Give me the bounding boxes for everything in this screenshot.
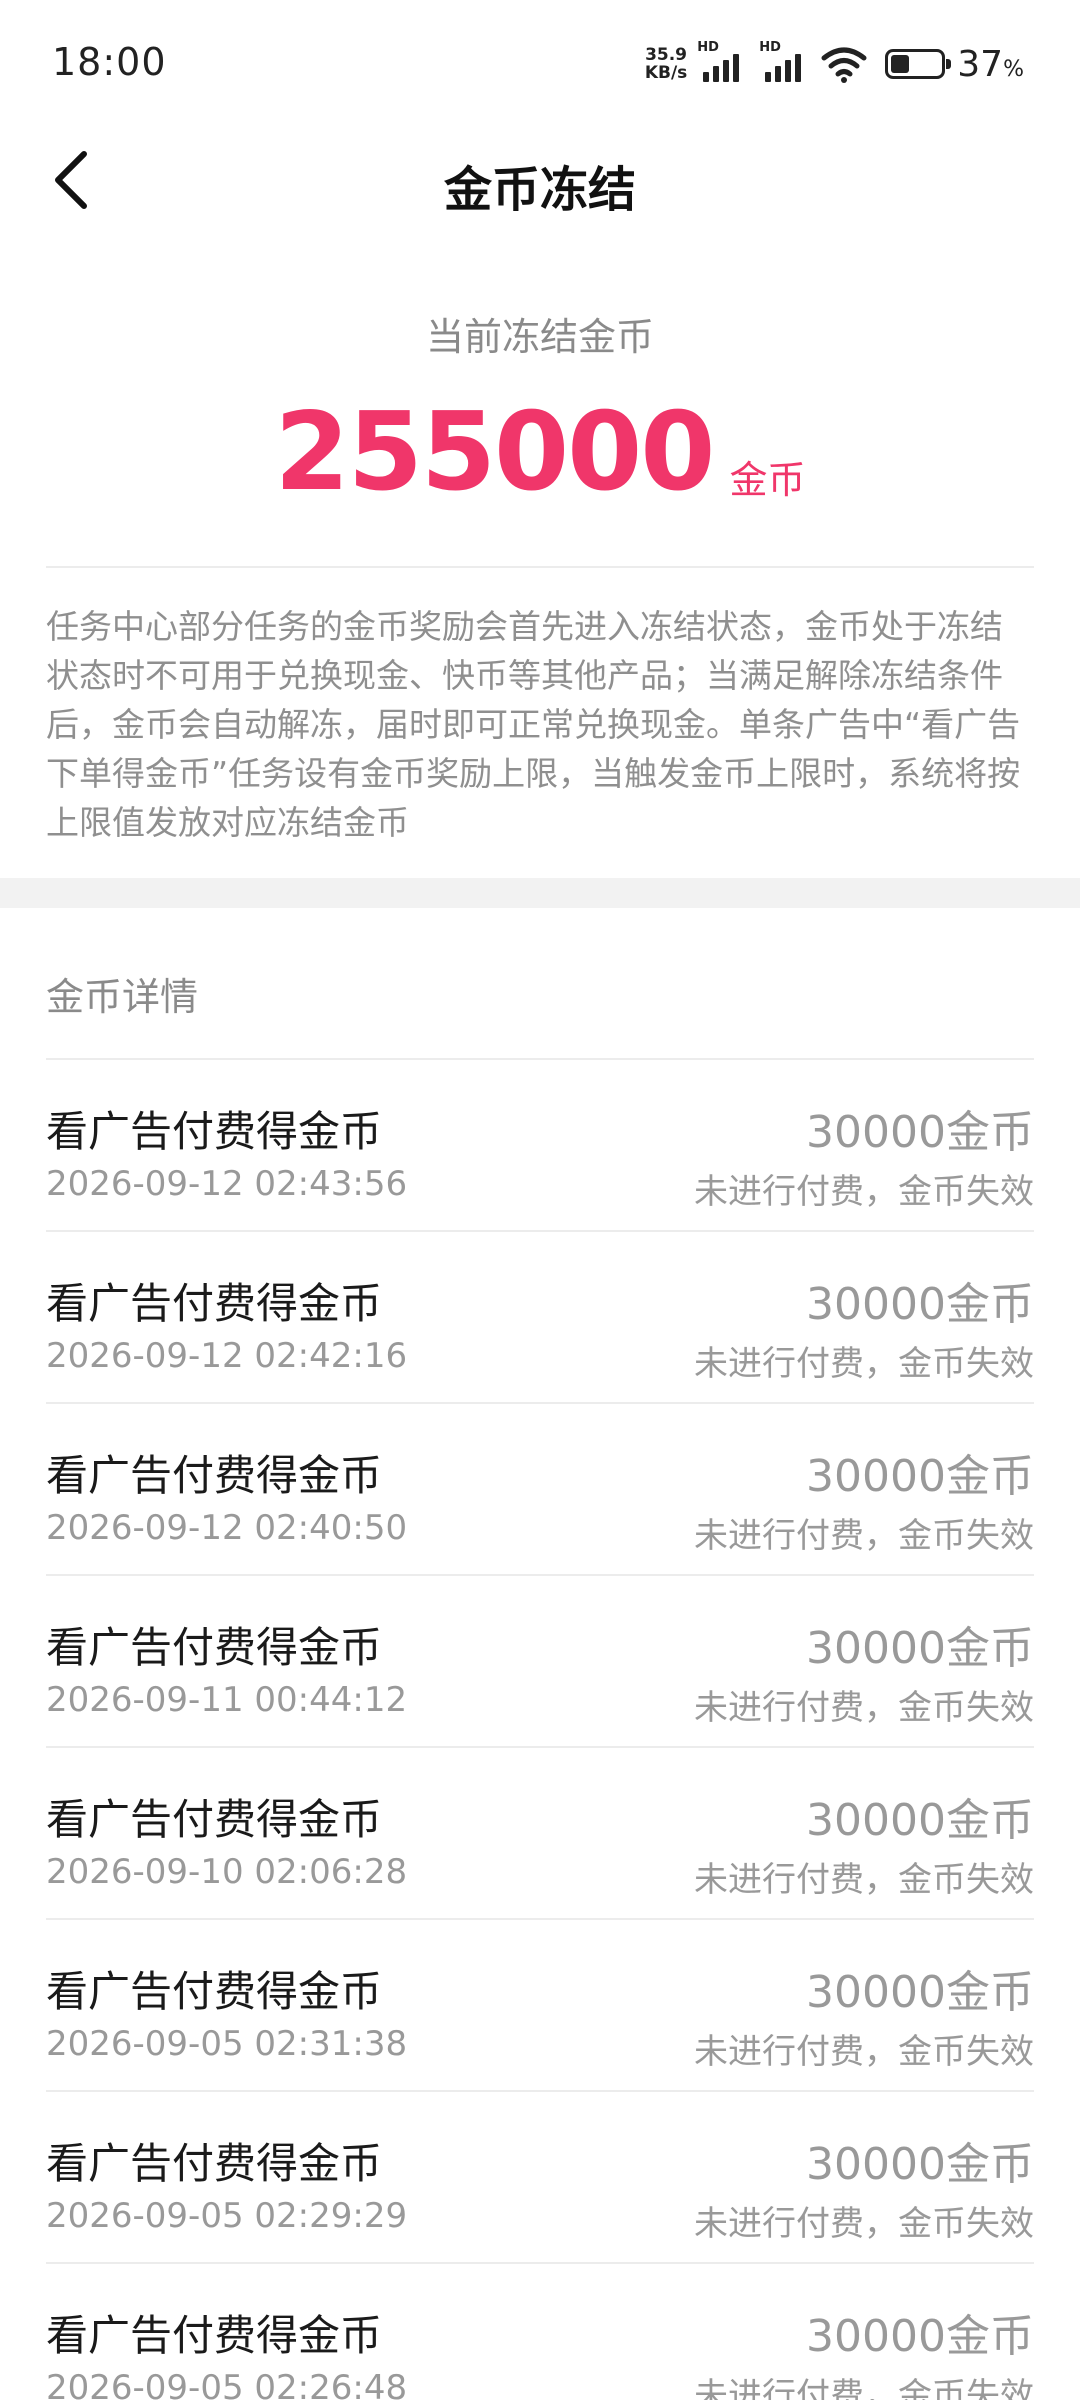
battery-icon (885, 49, 952, 79)
network-speed: 35.9 KB/s (645, 46, 687, 82)
frozen-coins-unit: 金币 (729, 458, 806, 502)
coin-record-row: 看广告付费得金币 2026-09-05 02:26:48 30000金币 未进行… (46, 2262, 1034, 2400)
coin-record-list: 看广告付费得金币 2026-09-12 02:43:56 30000金币 未进行… (46, 1058, 1034, 2400)
page-title: 金币冻结 (443, 162, 636, 218)
freeze-notice-text: 任务中心部分任务的金币奖励会首先进入冻结状态，金币处于冻结状态时不可用于兑换现金… (46, 607, 1021, 842)
wifi-icon (821, 47, 867, 83)
status-bar: 18:00 35.9 KB/s HD HD 37% (0, 0, 1080, 120)
record-title: 看广告付费得金币 (46, 2311, 383, 2360)
coin-details-heading: 金币详情 (46, 975, 199, 1019)
coin-record-row: 看广告付费得金币 2026-09-12 02:43:56 30000金币 未进行… (46, 1058, 1034, 1230)
signal-icon: HD (697, 40, 745, 84)
record-status: 未进行付费，金币失效 (694, 1516, 1034, 1556)
record-time: 2026-09-12 02:43:56 (46, 1164, 408, 1204)
signal-hd-label: HD (697, 40, 719, 55)
record-time: 2026-09-12 02:42:16 (46, 1336, 408, 1376)
record-amount: 30000金币 (806, 2311, 1034, 2362)
frozen-coins-amount: 255000 金币 (0, 398, 1080, 508)
battery-percentage: 37% (957, 44, 1024, 85)
record-time: 2026-09-05 02:29:29 (46, 2196, 408, 2236)
record-status: 未进行付费，金币失效 (694, 2204, 1034, 2244)
record-title: 看广告付费得金币 (46, 2139, 383, 2188)
section-separator (0, 878, 1080, 908)
frozen-coins-label: 当前冻结金币 (425, 315, 654, 359)
record-title: 看广告付费得金币 (46, 1795, 383, 1844)
frozen-coins-value: 255000 (274, 390, 716, 515)
record-amount: 30000金币 (806, 1623, 1034, 1674)
record-amount: 30000金币 (806, 1967, 1034, 2018)
status-time: 18:00 (52, 40, 167, 84)
record-time: 2026-09-11 00:44:12 (46, 1680, 408, 1720)
coin-record-row: 看广告付费得金币 2026-09-11 00:44:12 30000金币 未进行… (46, 1574, 1034, 1746)
battery-unit: % (1003, 56, 1024, 82)
nav-bar: 金币冻结 (0, 120, 1080, 240)
battery-level (891, 55, 910, 73)
divider (46, 566, 1034, 568)
record-title: 看广告付费得金币 (46, 1967, 383, 2016)
record-title: 看广告付费得金币 (46, 1279, 383, 1328)
coin-record-row: 看广告付费得金币 2026-09-12 02:40:50 30000金币 未进行… (46, 1402, 1034, 1574)
record-amount: 30000金币 (806, 1451, 1034, 1502)
record-title: 看广告付费得金币 (46, 1107, 383, 1156)
record-time: 2026-09-10 02:06:28 (46, 1852, 408, 1892)
record-amount: 30000金币 (806, 1279, 1034, 1330)
coin-record-row: 看广告付费得金币 2026-09-05 02:29:29 30000金币 未进行… (46, 2090, 1034, 2262)
record-amount: 30000金币 (806, 2139, 1034, 2190)
record-time: 2026-09-05 02:31:38 (46, 2024, 408, 2064)
record-time: 2026-09-05 02:26:48 (46, 2368, 408, 2400)
record-title: 看广告付费得金币 (46, 1623, 383, 1672)
coin-record-row: 看广告付费得金币 2026-09-10 02:06:28 30000金币 未进行… (46, 1746, 1034, 1918)
signal-icon: HD (759, 40, 807, 84)
record-time: 2026-09-12 02:40:50 (46, 1508, 408, 1548)
record-status: 未进行付费，金币失效 (694, 1688, 1034, 1728)
record-status: 未进行付费，金币失效 (694, 1172, 1034, 1212)
frozen-coins-screen: 18:00 35.9 KB/s HD HD 37% 金币冻结 当前冻结金币 25… (0, 0, 1080, 2400)
record-title: 看广告付费得金币 (46, 1451, 383, 1500)
record-status: 未进行付费，金币失效 (694, 2376, 1034, 2400)
record-amount: 30000金币 (806, 1795, 1034, 1846)
coin-record-row: 看广告付费得金币 2026-09-12 02:42:16 30000金币 未进行… (46, 1230, 1034, 1402)
network-speed-unit: KB/s (644, 63, 688, 83)
record-amount: 30000金币 (806, 1107, 1034, 1158)
record-status: 未进行付费，金币失效 (694, 2032, 1034, 2072)
battery-value: 37 (957, 43, 1004, 85)
signal-hd-label: HD (759, 40, 781, 55)
record-status: 未进行付费，金币失效 (694, 1860, 1034, 1900)
coin-record-row: 看广告付费得金币 2026-09-05 02:31:38 30000金币 未进行… (46, 1918, 1034, 2090)
status-indicators: 35.9 KB/s HD HD 37% (645, 40, 1024, 88)
record-status: 未进行付费，金币失效 (694, 1344, 1034, 1384)
network-speed-value: 35.9 (645, 45, 688, 65)
